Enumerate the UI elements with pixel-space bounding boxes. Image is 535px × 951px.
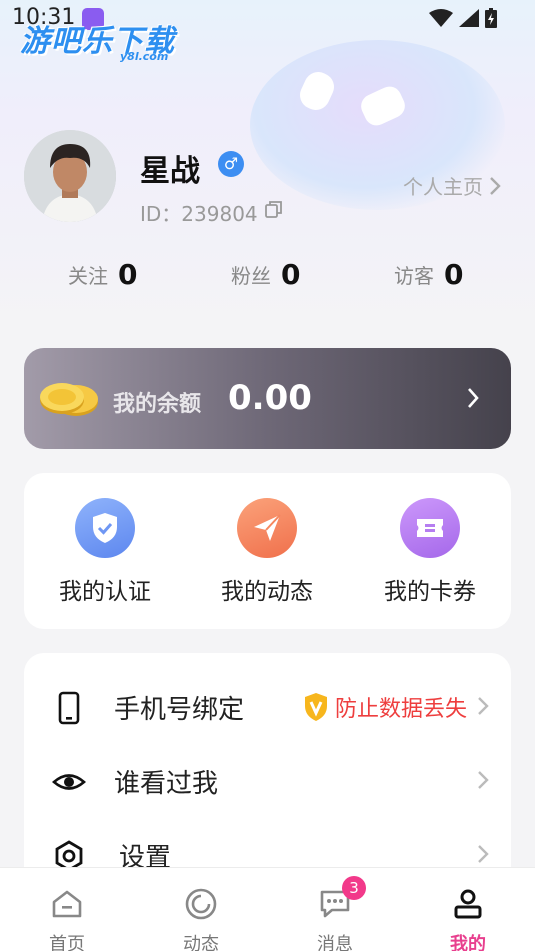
quick-actions-card: 我的认证 我的动态 我的卡券 [24,473,511,629]
quick-action-label: 我的认证 [59,579,151,605]
wifi-icon [429,9,453,27]
tab-label: 动态 [183,934,219,951]
tab-label: 我的 [450,934,486,951]
signal-icon [459,9,479,27]
quick-action-certification[interactable]: 我的认证 [40,498,170,606]
eye-icon [52,774,86,790]
data-loss-warning: 防止数据丢失 [303,691,467,723]
tab-messages[interactable]: 3 消息 [290,868,380,951]
stat-value: 0 [444,258,464,291]
tab-moments[interactable]: 动态 [156,868,246,951]
gender-male-icon: ♂ [218,151,244,177]
watermark-url: y8l.com [120,50,169,63]
tab-label: 首页 [49,934,85,951]
menu-item-label: 谁看过我 [114,769,219,799]
tab-label: 消息 [317,934,353,951]
quick-action-label: 我的卡券 [384,579,476,605]
homepage-label: 个人主页 [403,175,483,199]
profile-icon [454,889,482,919]
chevron-right-icon [490,176,501,195]
stat-label: 关注 [68,264,108,288]
stat-value: 0 [281,258,301,291]
stat-label: 访客 [394,264,434,288]
user-name: 星战 [140,154,200,189]
stat-fans[interactable]: 粉丝 0 [231,258,300,291]
unread-badge: 3 [342,876,366,900]
quick-action-moments[interactable]: 我的动态 [202,498,332,606]
ticket-icon [400,498,460,558]
stats-row: 关注 0 粉丝 0 访客 0 [0,258,535,298]
stat-visitors[interactable]: 访客 0 [394,258,463,291]
battery-icon [485,8,497,28]
bottom-tab-bar: 首页 动态 3 消息 我的 [0,867,535,951]
avatar[interactable] [24,130,116,222]
menu-item-phone-binding[interactable]: 手机号绑定 防止数据丢失 [24,671,511,741]
coin-icon [40,383,98,416]
stat-label: 粉丝 [231,264,271,288]
stat-value: 0 [118,258,138,291]
home-icon [52,890,82,918]
stat-following[interactable]: 关注 0 [68,258,137,291]
chevron-right-icon [478,771,489,789]
quick-action-label: 我的动态 [221,579,313,605]
user-id: ID：239804 [140,202,258,226]
quick-action-coupons[interactable]: 我的卡券 [365,498,495,606]
phone-icon [58,691,80,725]
personal-homepage-link[interactable]: 个人主页 [403,171,501,200]
tab-home[interactable]: 首页 [22,868,112,951]
paper-plane-icon [237,498,297,558]
chevron-right-icon [478,845,489,863]
status-icons [429,8,497,28]
chevron-right-icon [478,697,489,715]
warning-text: 防止数据丢失 [334,697,467,722]
balance-value: 0.00 [228,378,312,418]
balance-label: 我的余额 [113,392,202,417]
moments-icon [185,888,217,920]
copy-icon[interactable] [264,199,284,219]
shield-v-icon [304,693,327,721]
shield-check-icon [75,498,135,558]
tab-profile[interactable]: 我的 [423,868,513,951]
chevron-right-icon [468,388,479,408]
menu-item-who-viewed-me[interactable]: 谁看过我 [24,745,511,815]
menu-item-label: 手机号绑定 [114,695,245,725]
